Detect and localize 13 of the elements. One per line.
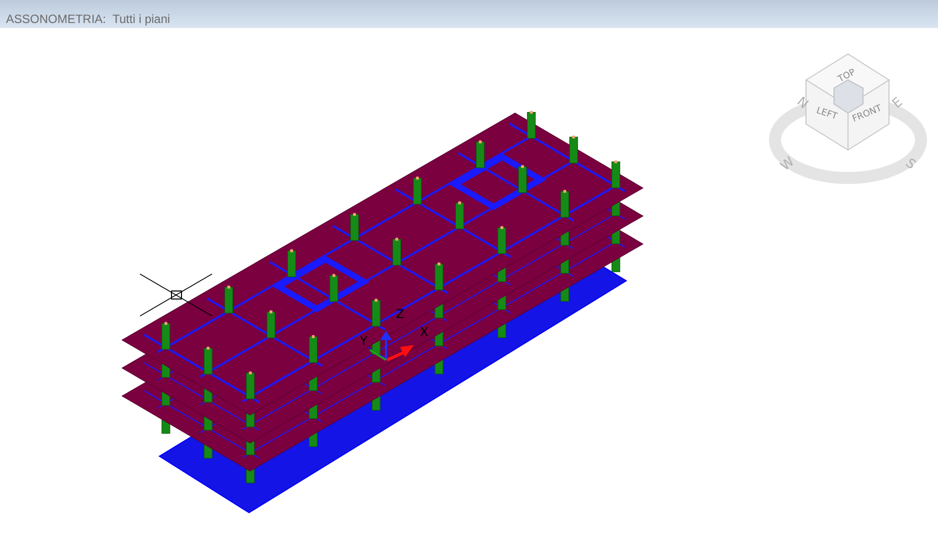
axis-label: Z (396, 307, 404, 321)
viewcube-face-label[interactable]: LEFT (814, 106, 838, 122)
compass-label[interactable]: N (794, 94, 811, 112)
ucs-axes-icon (369, 331, 414, 362)
compass-label[interactable]: W (778, 154, 798, 174)
crosshair-cursor-icon (140, 274, 212, 316)
axis-label: X (420, 325, 428, 339)
compass-label[interactable]: E (890, 94, 906, 112)
viewcube-drawing[interactable] (769, 53, 927, 184)
viewcube-face-label[interactable]: TOP (836, 68, 858, 85)
viewport-title: ASSONOMETRIA: Tutti i piani (6, 12, 170, 26)
compass-label[interactable]: S (902, 156, 918, 173)
axis-label: Y (360, 334, 368, 348)
